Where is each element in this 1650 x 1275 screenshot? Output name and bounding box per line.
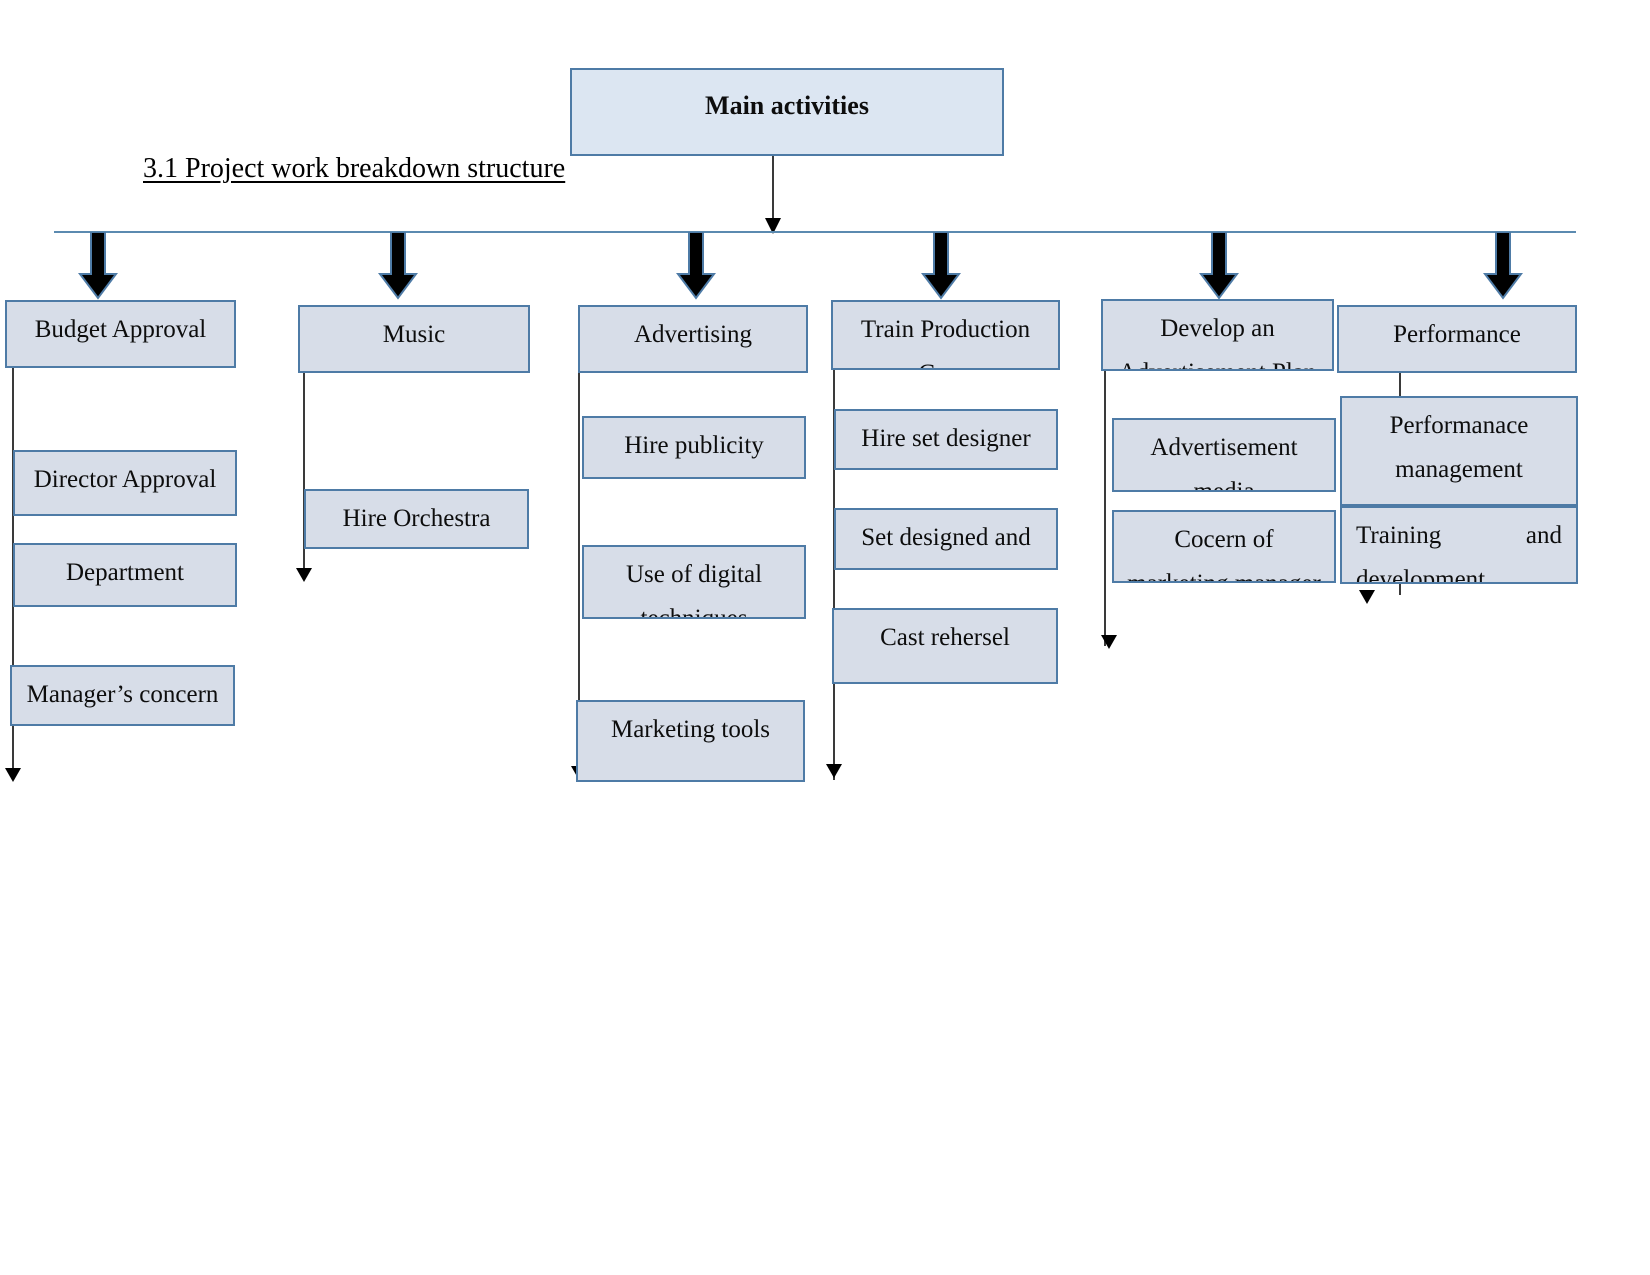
node-label: Main activities <box>705 91 869 120</box>
block-arrow-advertising <box>676 232 716 300</box>
node-label: Director Approval <box>33 466 217 493</box>
node-label: Advertising <box>633 321 753 348</box>
node-cast-rehersel[interactable]: Cast rehersel <box>832 608 1058 684</box>
node-label: Advertisement media <box>1150 434 1298 492</box>
node-label: Hire Orchestra <box>342 505 491 532</box>
connector-arrowhead-branch-4 <box>826 764 842 778</box>
spine-horizontal-line <box>54 231 1576 233</box>
node-label: Use of digital techniques <box>625 561 763 619</box>
node-label: Hire set designer <box>861 425 1031 452</box>
node-hire-set-designer[interactable]: Hire set designer <box>834 409 1058 470</box>
node-label: Budget Approval <box>34 316 207 343</box>
node-label: Hire publicity Director <box>624 432 764 477</box>
node-label: Music <box>382 321 446 348</box>
node-set-designed-and-built[interactable]: Set designed and built <box>834 508 1058 570</box>
node-cocern-of-marketing-manager[interactable]: Cocern of marketing manager <box>1112 510 1336 583</box>
connector-branch-5 <box>1104 371 1106 646</box>
node-marketing-tools[interactable]: Marketing tools <box>576 700 805 782</box>
wbs-diagram-canvas: Main activities 3.1 Project work breakdo… <box>0 0 1650 1275</box>
page-heading: 3.1 Project work breakdown structure <box>143 153 566 184</box>
block-arrow-music <box>378 232 418 300</box>
node-label: Marketing tools <box>610 716 770 743</box>
node-label: Manager’s concern <box>26 681 219 708</box>
node-budget-approval[interactable]: Budget Approval <box>5 300 236 368</box>
root-to-spine-connector <box>772 156 774 222</box>
node-label: Department approval <box>65 559 184 605</box>
node-hire-orchestra[interactable]: Hire Orchestra <box>304 489 529 549</box>
node-label: Train Production Crew <box>860 316 1031 368</box>
node-department-approval[interactable]: Department approval <box>13 543 237 607</box>
block-arrow-performance <box>1483 232 1523 300</box>
node-label: Performance <box>1393 321 1521 348</box>
node-performanace-management[interactable]: Performanace management <box>1340 396 1578 506</box>
node-label: Develop an Advertisement Plan <box>1119 315 1317 369</box>
node-label: Set designed and built <box>861 524 1031 551</box>
node-advertisement-media[interactable]: Advertisement media <box>1112 418 1336 492</box>
node-director-approval[interactable]: Director Approval <box>13 450 237 516</box>
node-label: Cocern of marketing manager <box>1127 526 1321 581</box>
node-label: Performanace management <box>1389 412 1529 483</box>
node-music[interactable]: Music <box>298 305 530 373</box>
node-managers-concern[interactable]: Manager’s concern <box>10 665 235 726</box>
block-arrow-train-production-crew <box>921 232 961 300</box>
node-performance[interactable]: Performance <box>1337 305 1577 373</box>
node-use-of-digital-techniques[interactable]: Use of digital techniques <box>582 545 806 619</box>
node-main-activities[interactable]: Main activities <box>570 68 1004 156</box>
node-advertising[interactable]: Advertising <box>578 305 808 373</box>
node-hire-publicity-director[interactable]: Hire publicity Director <box>582 416 806 479</box>
connector-arrowhead-branch-6 <box>1359 590 1375 604</box>
node-train-production-crew[interactable]: Train Production Crew <box>831 300 1060 370</box>
connector-arrowhead-branch-2 <box>296 568 312 582</box>
node-label: Training and development <box>1356 522 1562 584</box>
node-label: Cast rehersel <box>880 624 1010 651</box>
connector-arrowhead-branch-5 <box>1101 635 1117 649</box>
block-arrow-develop-advertisement-plan <box>1199 232 1239 300</box>
node-develop-advertisement-plan[interactable]: Develop an Advertisement Plan <box>1101 299 1334 371</box>
node-training-and-development[interactable]: Training and development <box>1340 506 1578 584</box>
block-arrow-budget-approval <box>78 232 118 300</box>
connector-arrowhead-branch-1 <box>5 768 21 782</box>
